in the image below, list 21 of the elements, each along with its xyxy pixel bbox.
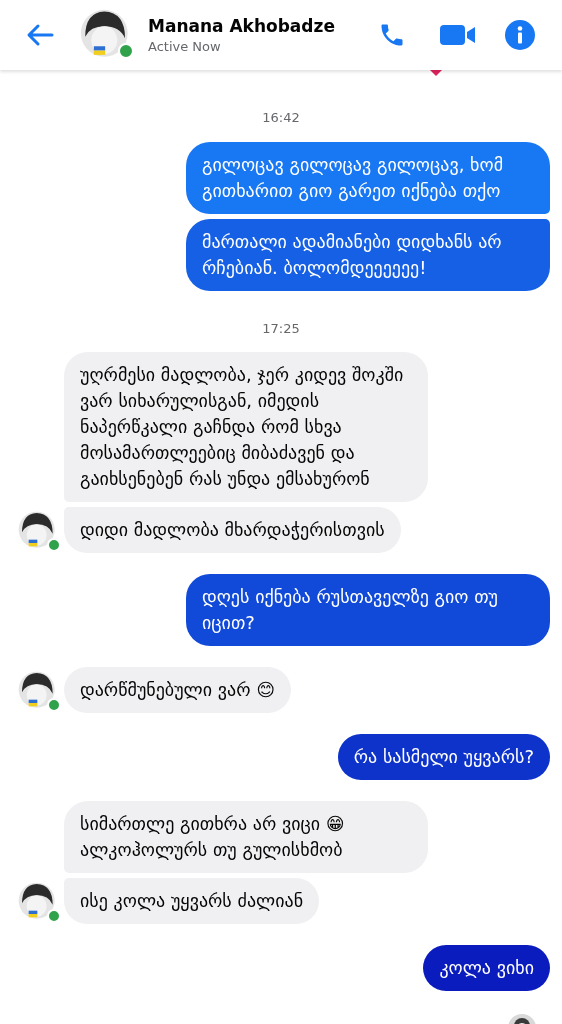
video-camera-icon bbox=[440, 23, 476, 47]
message-bubble: დღეს იქნება რუსთაველზე გიო თუ იცით? bbox=[186, 574, 550, 646]
contact-name: Manana Akhobadze bbox=[148, 15, 336, 38]
message-bubble: დარწმუნებული ვარ 😊 bbox=[64, 667, 291, 713]
message-bubble: კოლა ვიხი bbox=[423, 945, 550, 991]
message-bubble: სიმართლე გითხრა არ ვიცი 😁 ალკოჰოლურს თუ გულისხმობ bbox=[64, 801, 428, 873]
message-bubble: რა სასმელი უყვარს? bbox=[337, 734, 550, 780]
message-bubble: უღრმესი მადლობა, ჯერ კიდევ შოკში ვარ სიხარულისგან, იმედის ნაპერწკალი გაჩნდა რომ სხვა მოსამართლეებიც მიბაძავენ და გაიხსენებენ რას უნდა ემსახურონ bbox=[64, 352, 428, 502]
status-text: Active Now bbox=[148, 38, 222, 56]
avatar bbox=[18, 511, 58, 551]
message-bubble: დიდი მადლობა მხარდაჭერისთვის bbox=[64, 507, 401, 553]
avatar bbox=[18, 882, 58, 922]
timestamp: 17:25 bbox=[262, 319, 300, 338]
back-arrow-icon bbox=[26, 23, 54, 47]
info-icon bbox=[505, 20, 535, 50]
timestamp: 16:42 bbox=[262, 109, 300, 127]
avatar bbox=[18, 671, 58, 711]
heart-reaction-icon bbox=[428, 68, 444, 76]
message-bubble: გილოცავ გილოცავ გილოცავ, ხომ გითხარით გიო გარეთ იქნება თქო bbox=[186, 141, 550, 214]
message-bubble: ისე კოლა უყვარს ძალიან bbox=[64, 878, 320, 924]
message-bubble: მართალი ადამიანები დიდხანს არ რჩებიან. ბოლომდეეეეეე! bbox=[186, 218, 550, 291]
